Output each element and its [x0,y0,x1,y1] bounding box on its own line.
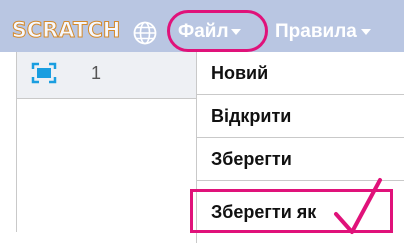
menu-item-label: Новий [211,62,269,83]
menu-item-open[interactable]: Відкрити [197,95,404,138]
menu-item-save[interactable]: Зберегти [197,138,404,181]
file-menu-label: Файл [178,21,229,42]
logo-text: SCRATCH [11,18,121,43]
stage-row[interactable]: 1 [17,52,197,99]
globe-icon[interactable] [132,20,158,46]
scratch-logo[interactable]: SCRATCH [11,15,121,45]
file-menu-button[interactable]: Файл [172,15,245,49]
screen-icon [31,62,57,84]
sprite-panel: 1 [16,52,198,232]
chevron-down-icon [360,29,371,35]
menu-item-label: Відкрити [211,105,292,126]
chevron-down-icon [230,29,241,35]
menu-item-new[interactable]: Новий [197,52,404,95]
rules-menu-button[interactable]: Правила [275,15,371,49]
checkmark-icon [334,178,382,234]
menu-bar: SCRATCH Файл Правила [0,0,404,52]
rules-menu-label: Правила [275,21,357,42]
menu-item-label: Зберегти [211,148,292,169]
row-number: 1 [91,63,102,83]
